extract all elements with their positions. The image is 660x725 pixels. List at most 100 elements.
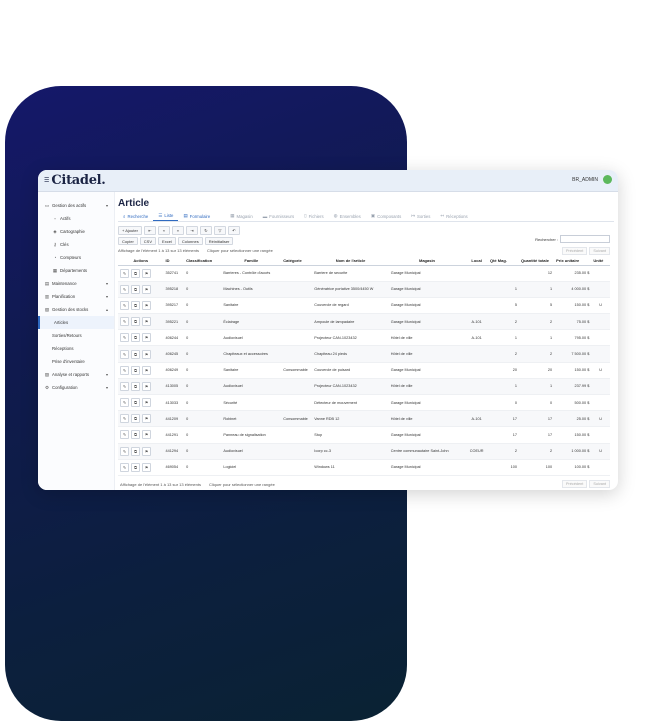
edit-icon[interactable]: ✎ <box>120 300 129 310</box>
sidebar-item-receptions[interactable]: Réceptions <box>38 342 114 355</box>
edit-icon[interactable]: ✎ <box>120 462 129 472</box>
tab-outputs[interactable]: ↦ Sorties <box>406 211 435 221</box>
table-row[interactable]: ✎ ⧉ ⚑ 469054 0 Logiciel Windows 11 Garage Munic… <box>118 459 610 476</box>
table-row[interactable]: ✎ ⧉ ⚑ 441294 0 Audiovisuel Icorp cc-3 Centre co… <box>118 443 610 460</box>
edit-icon[interactable]: ✎ <box>120 398 129 408</box>
edit-icon[interactable]: ✎ <box>120 365 129 375</box>
search-input[interactable] <box>560 235 610 243</box>
table-row[interactable]: ✎ ⧉ ⚑ 395217 0 Sanitaire Couvercle de regard Ga… <box>118 297 610 315</box>
edit-icon[interactable]: ✎ <box>120 333 129 343</box>
sidebar-item-articles[interactable]: Articles <box>38 316 114 329</box>
copy-icon[interactable]: ⧉ <box>131 284 140 294</box>
refresh-icon[interactable]: ↻ <box>199 226 212 235</box>
copy-icon[interactable]: ⧉ <box>131 446 140 456</box>
flag-icon[interactable]: ⚑ <box>142 333 151 343</box>
reset-button[interactable]: Réinitialiser <box>204 237 234 245</box>
flag-icon[interactable]: ⚑ <box>142 446 151 456</box>
copy-icon[interactable]: ⧉ <box>131 300 140 310</box>
sidebar-item-maintenance[interactable]: ▤ Maintenance ▾ <box>38 277 114 290</box>
edit-icon[interactable]: ✎ <box>120 317 129 327</box>
copy-icon[interactable]: ⧉ <box>131 381 140 391</box>
flag-icon[interactable]: ⚑ <box>142 349 151 359</box>
table-row[interactable]: ✎ ⧉ ⚑ 395221 0 Éclairage Ampoule de lampadaire… <box>118 313 610 331</box>
table-row[interactable]: ✎ ⧉ ⚑ 441209 0 Robinet Consommable Vanne RDB 12… <box>118 410 610 428</box>
table-row[interactable]: ✎ ⧉ ⚑ 352741 0 Barrieres - Contrôle d'accès Ba… <box>118 265 610 282</box>
sidebar-item-inventory[interactable]: Prise d'inventaire <box>38 355 114 368</box>
edit-icon[interactable]: ✎ <box>120 381 129 391</box>
column-header[interactable]: Qté Mag. <box>487 256 519 266</box>
sidebar-item-mapping[interactable]: ◈ Cartographie <box>38 225 114 238</box>
table-row[interactable]: ✎ ⧉ ⚑ 413005 0 Audiovisuel Projecteur CAN-1023… <box>118 378 610 396</box>
next-icon[interactable]: » <box>171 226 184 235</box>
column-header[interactable]: Actions <box>118 256 164 266</box>
tab-suppliers[interactable]: ▬ Fournisseurs <box>258 211 299 221</box>
edit-icon[interactable]: ✎ <box>120 446 129 456</box>
tab-search[interactable]: ⌕ Recherche <box>118 211 153 221</box>
table-row[interactable]: ✎ ⧉ ⚑ 406249 0 Sanitaire Consommable Couvercle … <box>118 362 610 379</box>
flag-icon[interactable]: ⚑ <box>142 268 151 278</box>
flag-icon[interactable]: ⚑ <box>142 398 151 408</box>
edit-icon[interactable]: ✎ <box>120 430 129 440</box>
sidebar-item-keys[interactable]: ⚷ Clés <box>38 238 114 251</box>
copy-icon[interactable]: ⧉ <box>131 398 140 408</box>
previous-icon[interactable]: « <box>157 226 170 235</box>
column-header[interactable]: Classification <box>184 256 222 266</box>
table-row[interactable]: ✎ ⧉ ⚑ 441291 0 Panneau de signalisation Stop Ga… <box>118 426 610 444</box>
previous-page-button[interactable]: Précédent <box>562 480 588 488</box>
sidebar-item-stock-management[interactable]: ▧ Gestion des stocks ▴ <box>38 303 114 316</box>
table-row[interactable]: ✎ ⧉ ⚑ 406244 0 Audiovisuel Projecteur CAN-1023… <box>118 329 610 347</box>
excel-button[interactable]: Excel <box>158 237 176 245</box>
column-header[interactable]: Prix unitaire <box>554 256 592 266</box>
copy-icon[interactable]: ⧉ <box>131 349 140 359</box>
copy-icon[interactable]: ⧉ <box>131 268 140 278</box>
copy-icon[interactable]: ⧉ <box>131 462 140 472</box>
tab-receptions[interactable]: ↤ Réceptions <box>435 211 472 221</box>
edit-icon[interactable]: ✎ <box>120 268 129 278</box>
flag-icon[interactable]: ⚑ <box>142 317 151 327</box>
flag-icon[interactable]: ⚑ <box>142 284 151 294</box>
copy-icon[interactable]: ⧉ <box>131 317 140 327</box>
csv-button[interactable]: CSV <box>139 237 157 245</box>
column-header[interactable]: Unité <box>591 256 610 266</box>
tab-files[interactable]: ▯ Fichiers <box>299 211 329 221</box>
add-button[interactable]: + Ajouter <box>118 226 142 235</box>
flag-icon[interactable]: ⚑ <box>142 430 151 440</box>
sidebar-item-configuration[interactable]: ⚙ Configuration ▾ <box>38 381 114 394</box>
edit-icon[interactable]: ✎ <box>120 349 129 359</box>
sidebar-item-asset-management[interactable]: ▭ Gestion des actifs ▾ <box>38 199 114 212</box>
menu-toggle-icon[interactable]: ☰ <box>44 177 49 184</box>
column-header[interactable]: Local <box>465 256 488 266</box>
flag-icon[interactable]: ⚑ <box>142 414 151 424</box>
table-row[interactable]: ✎ ⧉ ⚑ 413033 0 Sécurité Détecteur de mouvement… <box>118 394 610 412</box>
sidebar-item-departments[interactable]: ▦ Départements <box>38 264 114 277</box>
column-header[interactable]: ID <box>163 256 185 266</box>
sidebar-item-planning[interactable]: ▥ Planification ▾ <box>38 290 114 303</box>
sidebar-item-outputs-returns[interactable]: Sorties/Retours <box>38 329 114 342</box>
flag-icon[interactable]: ⚑ <box>142 365 151 375</box>
last-page-icon[interactable]: ⇥ <box>185 226 198 235</box>
flag-icon[interactable]: ⚑ <box>142 381 151 391</box>
copy-icon[interactable]: ⧉ <box>131 333 140 343</box>
column-header[interactable]: Magasin <box>388 256 466 266</box>
filter-icon[interactable]: ▽ <box>213 226 226 235</box>
column-header[interactable]: Nom de l'article <box>312 256 389 266</box>
avatar[interactable] <box>603 175 612 184</box>
flag-icon[interactable]: ⚑ <box>142 462 151 472</box>
next-page-button[interactable]: Suivant <box>589 247 610 255</box>
sidebar-item-meters[interactable]: ◔ Compteurs <box>38 251 114 264</box>
user-menu[interactable]: BR_ADMIN <box>572 175 612 184</box>
column-header[interactable]: Quantité totale <box>518 256 555 266</box>
column-header[interactable]: Famille <box>221 256 282 266</box>
tab-form[interactable]: ▤ Formulaire <box>178 211 215 221</box>
undo-icon[interactable]: ↶ <box>227 226 240 235</box>
first-page-icon[interactable]: ⇤ <box>143 226 156 235</box>
sidebar-item-assets[interactable]: ▫ Actifs <box>38 212 114 225</box>
edit-icon[interactable]: ✎ <box>120 414 129 424</box>
tab-store[interactable]: ▦ Magasin <box>225 211 258 221</box>
copy-icon[interactable]: ⧉ <box>131 414 140 424</box>
table-row[interactable]: ✎ ⧉ ⚑ 395218 0 Machines - Outils Génératrice p… <box>118 281 610 298</box>
edit-icon[interactable]: ✎ <box>120 284 129 294</box>
tab-components[interactable]: ▣ Composants <box>366 211 406 221</box>
column-header[interactable]: Catégorie <box>281 256 313 266</box>
copy-icon[interactable]: ⧉ <box>131 365 140 375</box>
